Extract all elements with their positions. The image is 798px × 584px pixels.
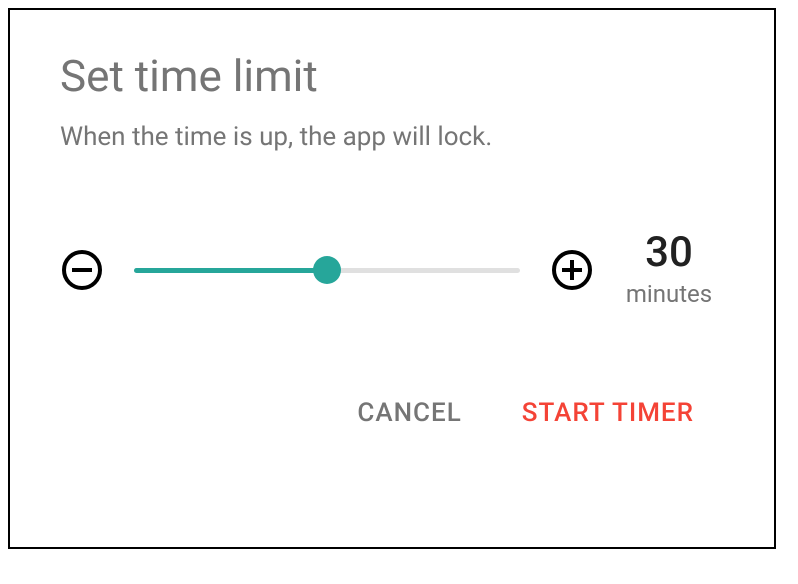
time-limit-dialog: Set time limit When the time is up, the … — [8, 8, 776, 549]
start-timer-button[interactable]: START TIMER — [522, 398, 694, 428]
decrease-button[interactable] — [60, 248, 104, 292]
value-number: 30 — [645, 232, 693, 274]
slider-thumb[interactable] — [313, 256, 341, 284]
time-slider[interactable] — [134, 255, 520, 285]
value-display: 30 minutes — [614, 232, 724, 308]
slider-row: 30 minutes — [60, 232, 724, 308]
dialog-subtitle: When the time is up, the app will lock. — [60, 122, 724, 152]
button-row: CANCEL START TIMER — [60, 398, 724, 428]
increase-button[interactable] — [550, 248, 594, 292]
plus-circle-icon — [550, 248, 594, 292]
dialog-title: Set time limit — [60, 50, 724, 102]
value-unit: minutes — [626, 280, 712, 308]
cancel-button[interactable]: CANCEL — [357, 398, 461, 428]
minus-circle-icon — [60, 248, 104, 292]
slider-track-fill — [134, 268, 327, 273]
